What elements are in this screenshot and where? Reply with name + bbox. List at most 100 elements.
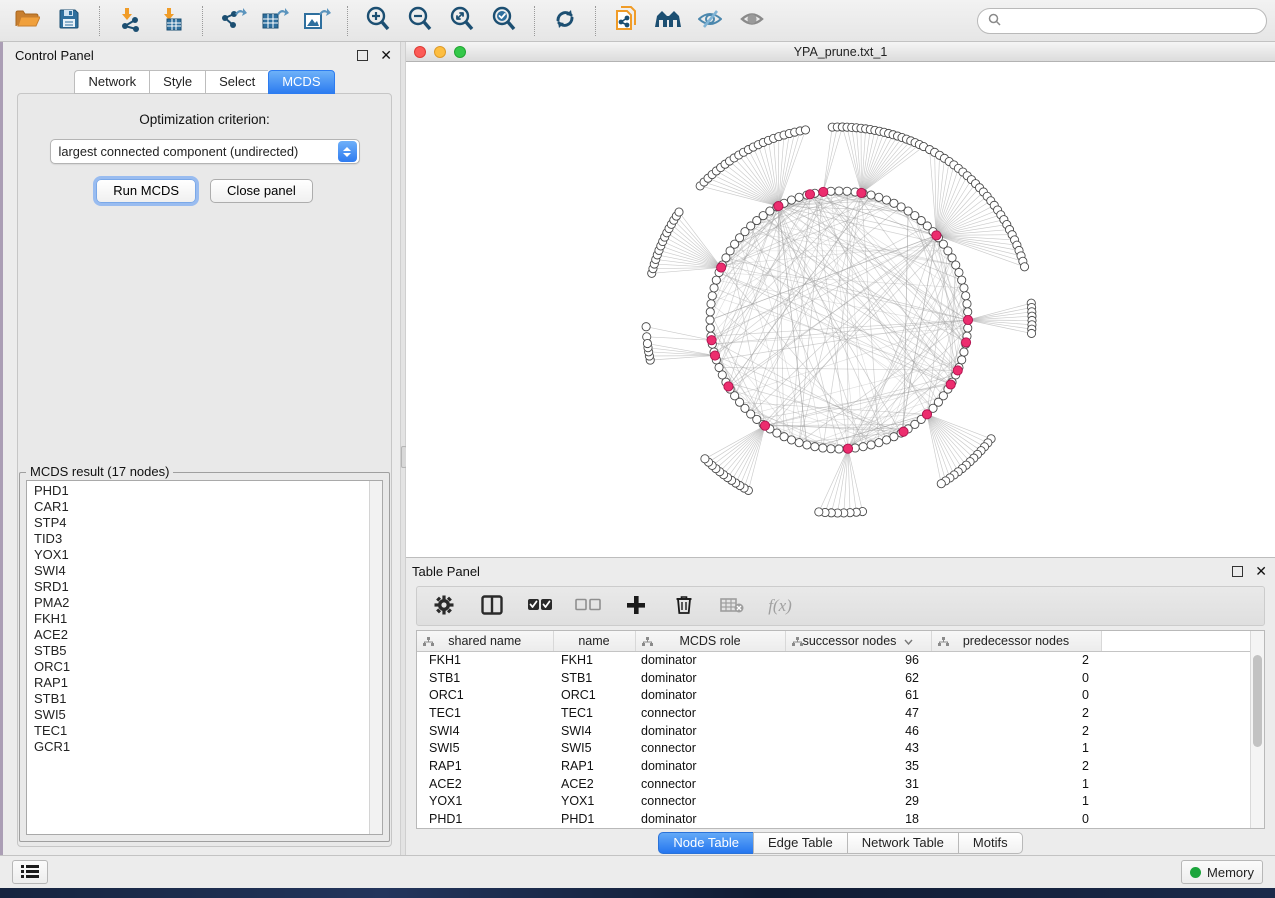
- graph-node[interactable]: [787, 436, 795, 444]
- table-row[interactable]: YOX1YOX1connector291: [417, 793, 1250, 811]
- graph-node[interactable]: [707, 300, 715, 308]
- window-close-icon[interactable]: [414, 46, 426, 58]
- graph-node[interactable]: [960, 348, 968, 356]
- tab-style[interactable]: Style: [149, 70, 205, 94]
- window-zoom-icon[interactable]: [454, 46, 466, 58]
- table-row[interactable]: PHD1PHD1dominator180: [417, 810, 1250, 828]
- table-row[interactable]: ACE2ACE2connector311: [417, 775, 1250, 793]
- tab-network-table[interactable]: Network Table: [847, 832, 958, 854]
- graph-hub-node[interactable]: [857, 188, 866, 197]
- graph-node[interactable]: [795, 439, 803, 447]
- mcds-result-item[interactable]: TEC1: [34, 723, 369, 739]
- graph-node[interactable]: [1020, 263, 1028, 271]
- graph-node[interactable]: [815, 508, 823, 516]
- mcds-result-item[interactable]: RAP1: [34, 675, 369, 691]
- tab-node-table[interactable]: Node Table: [658, 832, 753, 854]
- graph-node[interactable]: [787, 196, 795, 204]
- float-panel-icon[interactable]: [357, 50, 368, 61]
- mcds-result-item[interactable]: ORC1: [34, 659, 369, 675]
- mcds-result-item[interactable]: SWI4: [34, 563, 369, 579]
- mcds-result-item[interactable]: GCR1: [34, 739, 369, 755]
- zoom-fit-button[interactable]: [443, 4, 481, 38]
- graph-hub-node[interactable]: [899, 427, 908, 436]
- apply-layout-button[interactable]: [546, 4, 584, 38]
- graph-node[interactable]: [701, 455, 709, 463]
- tab-motifs[interactable]: Motifs: [958, 832, 1023, 854]
- mcds-result-item[interactable]: STB1: [34, 691, 369, 707]
- graph-hub-node[interactable]: [932, 231, 941, 240]
- graph-node[interactable]: [875, 193, 883, 201]
- graph-node[interactable]: [706, 316, 714, 324]
- select-all-button[interactable]: [527, 593, 553, 619]
- graph-node[interactable]: [958, 356, 966, 364]
- delete-column-button[interactable]: [671, 593, 697, 619]
- graph-node[interactable]: [958, 276, 966, 284]
- graph-hub-node[interactable]: [774, 201, 783, 210]
- close-panel-icon[interactable]: ✕: [380, 48, 392, 62]
- graph-node[interactable]: [708, 292, 716, 300]
- column-header-mcds-role[interactable]: MCDS role: [635, 631, 785, 651]
- zoom-in-button[interactable]: [359, 4, 397, 38]
- table-settings-button[interactable]: [431, 593, 457, 619]
- mcds-result-item[interactable]: SWI5: [34, 707, 369, 723]
- mcds-result-item[interactable]: FKH1: [34, 611, 369, 627]
- table-scrollbar[interactable]: [1250, 631, 1264, 828]
- graph-hub-node[interactable]: [710, 351, 719, 360]
- tab-select[interactable]: Select: [205, 70, 268, 94]
- task-history-button[interactable]: [12, 860, 48, 884]
- float-table-panel-icon[interactable]: [1232, 566, 1243, 577]
- node-table[interactable]: shared name name MCDS role successor nod…: [417, 631, 1250, 828]
- graph-node[interactable]: [819, 444, 827, 452]
- zoom-selected-button[interactable]: [485, 4, 523, 38]
- save-session-button[interactable]: [50, 4, 88, 38]
- graph-hub-node[interactable]: [922, 410, 931, 419]
- mcds-result-item[interactable]: PMA2: [34, 595, 369, 611]
- graph-node[interactable]: [890, 433, 898, 441]
- graph-node[interactable]: [962, 292, 970, 300]
- column-header-shared-name[interactable]: shared name: [417, 631, 553, 651]
- graph-hub-node[interactable]: [717, 263, 726, 272]
- table-scrollbar-thumb[interactable]: [1253, 655, 1262, 747]
- import-network-button[interactable]: [111, 4, 149, 38]
- graph-hub-node[interactable]: [961, 338, 970, 347]
- zoom-out-button[interactable]: [401, 4, 439, 38]
- graph-node[interactable]: [712, 276, 720, 284]
- graph-node[interactable]: [867, 191, 875, 199]
- tab-edge-table[interactable]: Edge Table: [753, 832, 847, 854]
- mcds-result-item[interactable]: STP4: [34, 515, 369, 531]
- graph-hub-node[interactable]: [805, 190, 814, 199]
- graph-hub-node[interactable]: [963, 315, 972, 324]
- deselect-all-button[interactable]: [575, 593, 601, 619]
- graph-node[interactable]: [843, 187, 851, 195]
- mcds-result-item[interactable]: CAR1: [34, 499, 369, 515]
- mcds-result-item[interactable]: SRD1: [34, 579, 369, 595]
- close-panel-button[interactable]: Close panel: [210, 179, 313, 203]
- graph-node[interactable]: [827, 445, 835, 453]
- graph-node[interactable]: [964, 308, 972, 316]
- graph-node[interactable]: [882, 196, 890, 204]
- column-header-predecessor-nodes[interactable]: predecessor nodes: [931, 631, 1101, 651]
- graph-node[interactable]: [643, 339, 651, 347]
- mcds-result-item[interactable]: STB5: [34, 643, 369, 659]
- add-column-button[interactable]: [623, 593, 649, 619]
- open-file-button[interactable]: [8, 4, 46, 38]
- table-row[interactable]: SWI4SWI4dominator462: [417, 722, 1250, 740]
- column-header-successor-nodes[interactable]: successor nodes: [785, 631, 931, 651]
- table-row[interactable]: RAP1RAP1dominator352: [417, 757, 1250, 775]
- new-network-from-selection-button[interactable]: [607, 4, 645, 38]
- graph-node[interactable]: [718, 371, 726, 379]
- graph-hub-node[interactable]: [953, 366, 962, 375]
- graph-node[interactable]: [859, 443, 867, 451]
- optimization-criterion-select[interactable]: largest connected component (undirected): [50, 139, 360, 164]
- graph-node[interactable]: [642, 323, 650, 331]
- table-row[interactable]: STB1STB1dominator620: [417, 669, 1250, 687]
- run-mcds-button[interactable]: Run MCDS: [96, 179, 196, 203]
- memory-button[interactable]: Memory: [1181, 860, 1263, 884]
- graph-node[interactable]: [811, 443, 819, 451]
- graph-node[interactable]: [955, 268, 963, 276]
- show-all-button[interactable]: [733, 4, 771, 38]
- tab-network[interactable]: Network: [74, 70, 149, 94]
- graph-node[interactable]: [715, 363, 723, 371]
- table-row[interactable]: FKH1FKH1dominator962: [417, 651, 1250, 669]
- mcds-result-item[interactable]: YOX1: [34, 547, 369, 563]
